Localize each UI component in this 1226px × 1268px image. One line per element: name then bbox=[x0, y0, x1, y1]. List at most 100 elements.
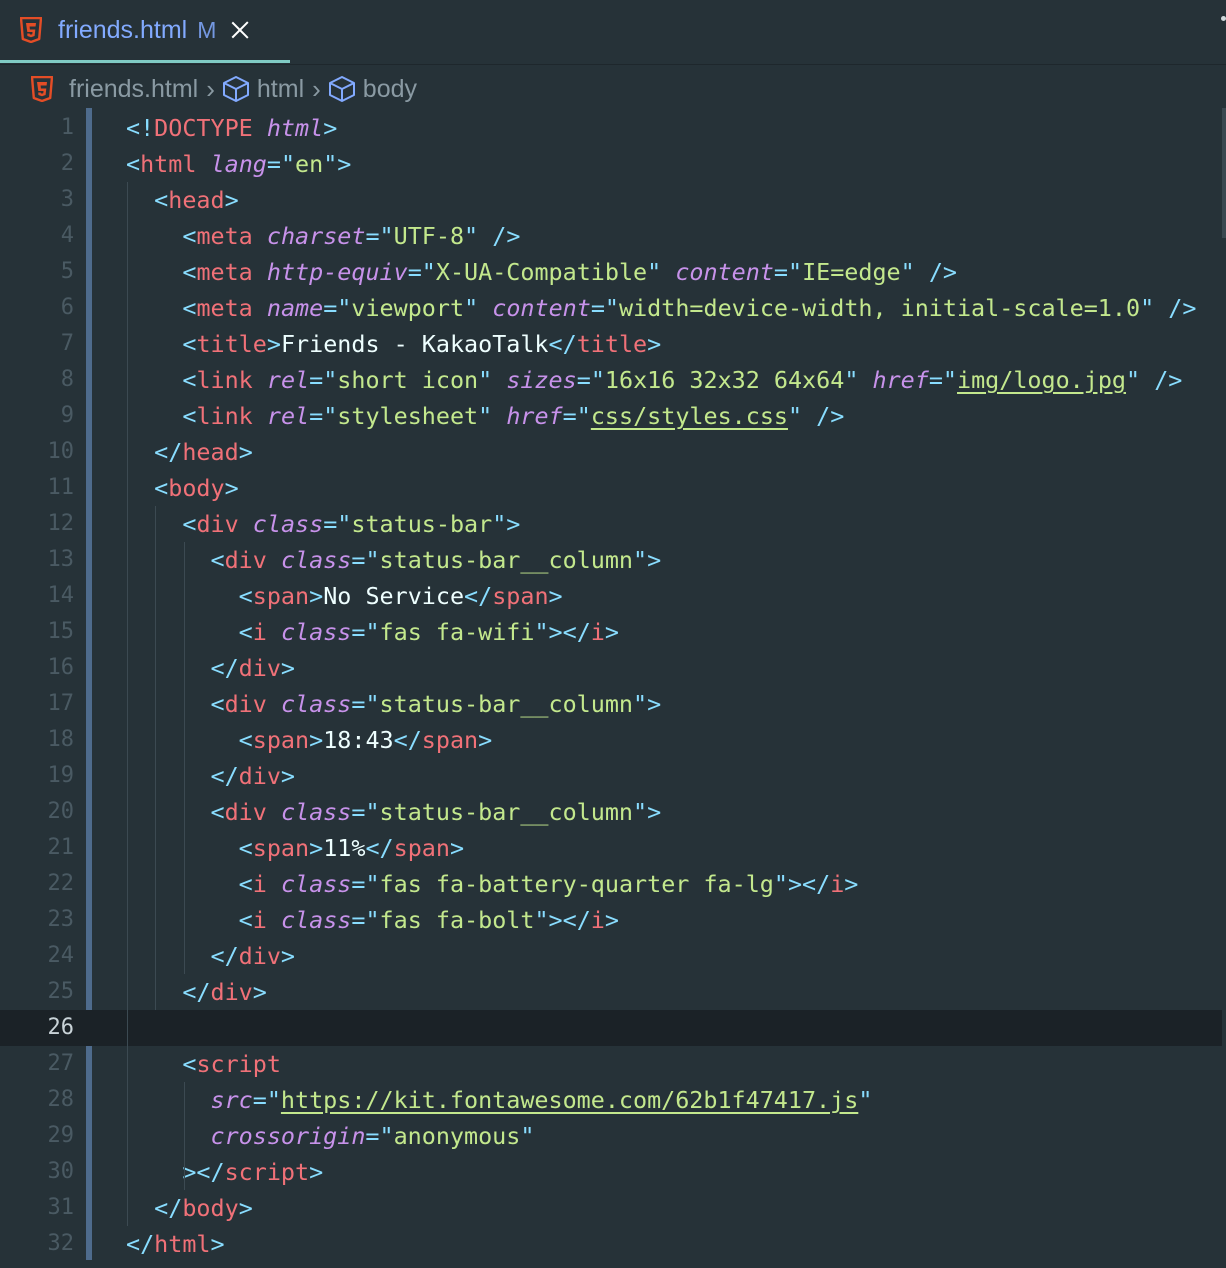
breadcrumb-item-file[interactable]: friends.html bbox=[0, 75, 198, 104]
code-token: "> bbox=[633, 690, 662, 718]
code-token: > bbox=[449, 834, 465, 862]
code-token: IE=edge bbox=[802, 258, 901, 286]
code-token: i bbox=[590, 618, 605, 646]
line-number: 20 bbox=[47, 799, 75, 824]
line-number: 12 bbox=[47, 511, 75, 536]
cube-icon bbox=[328, 76, 355, 102]
code-token: viewport bbox=[351, 294, 465, 322]
code-line[interactable]: 25 </div> bbox=[0, 974, 1226, 1010]
code-token: anonymous bbox=[393, 1122, 521, 1150]
code-token: > bbox=[323, 114, 338, 142]
code-token: =" bbox=[562, 402, 591, 430]
code-token: =" bbox=[323, 510, 352, 538]
code-content: <script bbox=[126, 1046, 281, 1082]
code-token: rel bbox=[266, 402, 310, 430]
code-line[interactable]: 6 <meta name="viewport" content="width=d… bbox=[0, 290, 1226, 326]
code-content: <meta name="viewport" content="width=dev… bbox=[126, 290, 1196, 326]
code-token: > bbox=[224, 474, 239, 502]
code-token: > bbox=[252, 978, 267, 1006]
code-token: =" bbox=[351, 906, 380, 934]
breadcrumb-item-body[interactable]: body bbox=[327, 74, 417, 104]
code-token: span bbox=[252, 582, 310, 610]
line-number: 13 bbox=[47, 547, 75, 572]
code-token: span bbox=[421, 726, 479, 754]
line-number: 16 bbox=[47, 655, 75, 680]
code-token: < bbox=[182, 402, 197, 430]
code-content: <span>18:43</span> bbox=[126, 722, 493, 758]
code-token: > bbox=[280, 654, 296, 682]
code-token: content bbox=[675, 258, 774, 286]
code-token: UTF-8 bbox=[393, 222, 465, 250]
code-line[interactable]: 5 <meta http-equiv="X-UA-Compatible" con… bbox=[0, 254, 1226, 290]
code-content: <div class="status-bar__column"> bbox=[126, 542, 662, 578]
close-icon[interactable] bbox=[230, 20, 250, 40]
code-token: " bbox=[464, 222, 479, 250]
tab-file-name: friends.html bbox=[58, 15, 188, 44]
code-token: =" bbox=[365, 222, 394, 250]
code-line[interactable]: 1 <!DOCTYPE html> bbox=[0, 110, 1226, 146]
code-token: link bbox=[196, 366, 253, 394]
scrollbar[interactable] bbox=[1222, 108, 1226, 238]
code-line[interactable]: 2 <html lang="en"> bbox=[0, 146, 1226, 182]
code-token: head bbox=[182, 438, 239, 466]
code-token: </ bbox=[548, 330, 577, 358]
code-token: stylesheet bbox=[337, 402, 479, 430]
code-token: script bbox=[196, 1050, 281, 1078]
code-editor[interactable]: 1 <!DOCTYPE html> 2 <html lang="en"> 3 <head… bbox=[0, 108, 1226, 1268]
line-number: 18 bbox=[47, 727, 75, 752]
code-token: " bbox=[787, 402, 803, 430]
code-token: span bbox=[393, 834, 450, 862]
code-line[interactable]: 4 <meta charset="UTF-8" /> bbox=[0, 218, 1226, 254]
code-token: i bbox=[830, 870, 845, 898]
code-token: div bbox=[224, 798, 267, 826]
code-token: < bbox=[182, 258, 197, 286]
code-line[interactable]: 31 </body> bbox=[0, 1190, 1226, 1226]
code-token: img/logo.jpg bbox=[957, 366, 1127, 394]
code-line[interactable]: 26 bbox=[0, 1010, 1222, 1046]
code-token: 16x16 32x32 64x64 bbox=[604, 366, 845, 394]
tab-friends-html[interactable]: friends.html M bbox=[0, 0, 290, 63]
code-token: No Service bbox=[323, 582, 465, 610]
code-line[interactable]: 3 <head> bbox=[0, 182, 1226, 218]
breadcrumb-item-html[interactable]: html bbox=[221, 74, 304, 104]
code-token: =" bbox=[309, 402, 338, 430]
code-token: head bbox=[168, 186, 225, 214]
code-line[interactable]: 11 <body> bbox=[0, 470, 1226, 506]
code-token: div bbox=[238, 762, 281, 790]
code-token: > bbox=[478, 726, 493, 754]
code-line[interactable]: 12 <div class="status-bar"> bbox=[0, 506, 1226, 542]
code-token: </ bbox=[393, 726, 422, 754]
code-token: short icon bbox=[337, 366, 479, 394]
code-line[interactable]: 7 <title>Friends - KakaoTalk</title> bbox=[0, 326, 1226, 362]
code-token: div bbox=[224, 690, 267, 718]
code-token: css/styles.css bbox=[590, 402, 788, 430]
code-line[interactable]: 8 <link rel="short icon" sizes="16x16 32… bbox=[0, 362, 1226, 398]
code-line[interactable]: 27 <script bbox=[0, 1046, 1226, 1082]
line-number: 1 bbox=[60, 115, 74, 140]
code-token: i bbox=[252, 870, 267, 898]
code-token: > bbox=[266, 330, 281, 358]
code-content: <html lang="en"> bbox=[126, 146, 351, 182]
code-line[interactable]: 10 </head> bbox=[0, 434, 1226, 470]
code-content: <!DOCTYPE html> bbox=[126, 110, 337, 146]
code-line[interactable]: 32 </html> bbox=[0, 1226, 1226, 1262]
code-token: status-bar__column bbox=[379, 798, 634, 826]
more-actions-icon[interactable] bbox=[1221, 16, 1226, 21]
code-line[interactable]: 9 <link rel="stylesheet" href="css/style… bbox=[0, 398, 1226, 434]
code-token: =" bbox=[309, 366, 338, 394]
code-token: div bbox=[238, 942, 281, 970]
line-number: 8 bbox=[60, 367, 74, 392]
